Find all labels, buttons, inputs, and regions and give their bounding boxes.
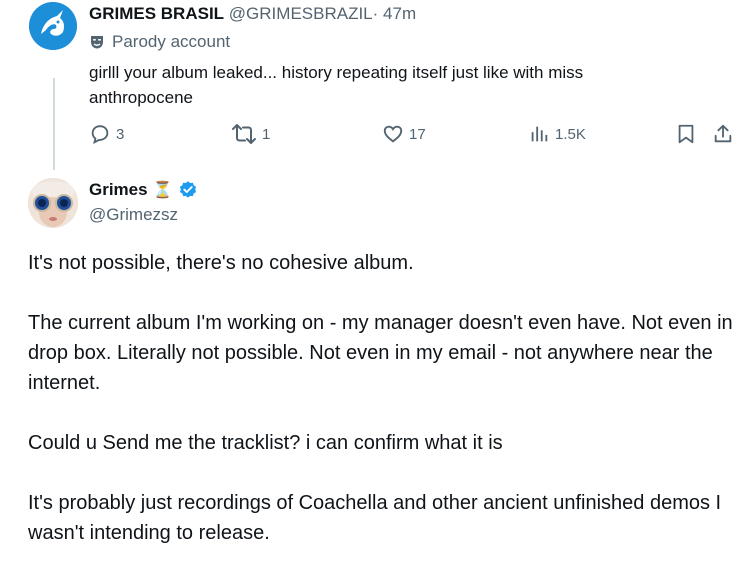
like-count: 17 bbox=[409, 125, 426, 143]
profile-photo-icon bbox=[28, 178, 78, 228]
unicorn-logo-icon bbox=[29, 2, 77, 50]
parent-tweet-text: girlll your album leaked... history repe… bbox=[89, 63, 584, 107]
parent-tweet-header: GRIMES BRASIL @GRIMESBRAZIL· 47m bbox=[89, 4, 416, 24]
heart-icon bbox=[383, 125, 403, 143]
header-separator: · bbox=[372, 4, 379, 23]
reply-button[interactable]: 3 bbox=[89, 123, 124, 145]
reply-paragraph: It's probably just recordings of Coachel… bbox=[28, 492, 722, 544]
grimes-avatar[interactable] bbox=[28, 178, 78, 228]
parody-mask-icon bbox=[91, 36, 103, 49]
reply-paragraph: It's not possible, there's no cohesive a… bbox=[28, 252, 414, 274]
reply-tweet-header: Grimes ⏳ bbox=[89, 180, 198, 200]
parody-badge: Parody account bbox=[89, 32, 230, 52]
parent-display-name[interactable]: GRIMES BRASIL bbox=[89, 4, 224, 23]
hourglass-emoji-icon: ⏳ bbox=[152, 182, 173, 199]
repost-icon bbox=[232, 124, 256, 144]
reply-count: 3 bbox=[116, 125, 125, 143]
reply-tweet-body: It's not possible, there's no cohesive a… bbox=[28, 248, 738, 578]
reply-icon bbox=[91, 125, 109, 144]
parody-label: Parody account bbox=[112, 32, 231, 51]
share-icon bbox=[714, 124, 732, 143]
bookmark-icon bbox=[678, 124, 694, 144]
parent-action-bar: 3 1 17 1.5K bbox=[0, 123, 752, 151]
views-button[interactable]: 1.5K bbox=[528, 123, 586, 145]
like-button[interactable]: 17 bbox=[382, 123, 426, 145]
grimes-display-name[interactable]: Grimes bbox=[89, 180, 148, 200]
parent-handle[interactable]: @GRIMESBRAZIL bbox=[229, 4, 373, 23]
parent-timestamp[interactable]: 47m bbox=[383, 4, 416, 23]
repost-count: 1 bbox=[262, 125, 271, 143]
bookmark-button[interactable] bbox=[675, 123, 697, 145]
parent-avatar[interactable] bbox=[29, 2, 77, 50]
view-count: 1.5K bbox=[555, 125, 586, 143]
repost-button[interactable]: 1 bbox=[231, 123, 270, 145]
share-button[interactable] bbox=[712, 123, 734, 145]
grimes-handle[interactable]: @Grimezsz bbox=[89, 205, 178, 225]
verified-badge-icon[interactable] bbox=[178, 180, 198, 200]
reply-paragraph: Could u Send me the tracklist? i can con… bbox=[28, 432, 503, 454]
analytics-icon bbox=[531, 126, 548, 142]
reply-paragraph: The current album I'm working on - my ma… bbox=[28, 312, 733, 394]
